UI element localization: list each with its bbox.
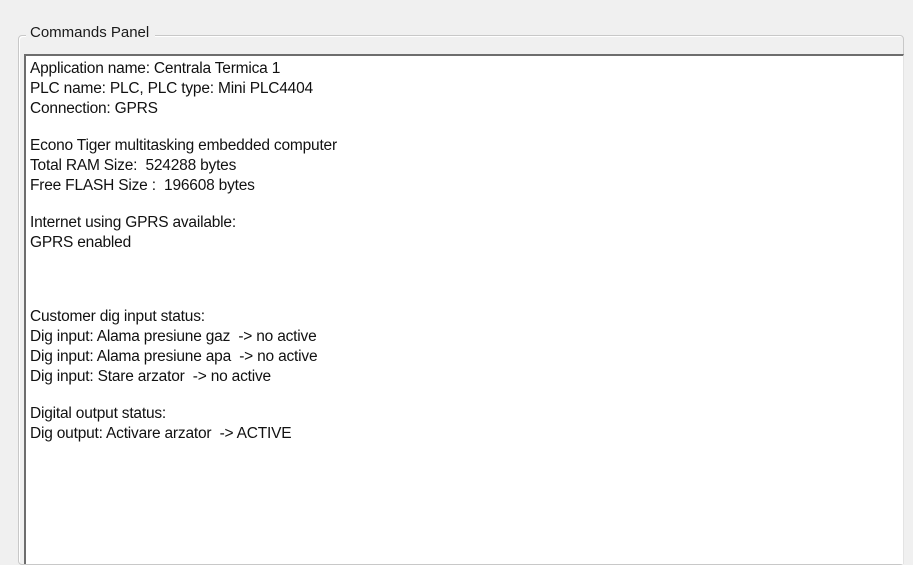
log-line: Connection: GPRS bbox=[30, 100, 158, 117]
log-lines: Application name: Centrala Termica 1 PLC… bbox=[26, 56, 903, 444]
commands-panel-title: Commands Panel bbox=[26, 23, 156, 43]
log-line: Total RAM Size: 524288 bytes bbox=[30, 157, 237, 174]
log-line: Digital output status: bbox=[30, 405, 167, 422]
log-line-blank bbox=[30, 387, 903, 404]
log-line: Application name: Centrala Termica 1 bbox=[30, 60, 281, 77]
commands-log-textbox[interactable]: Application name: Centrala Termica 1 PLC… bbox=[24, 54, 904, 564]
log-line: Econo Tiger multitasking embedded comput… bbox=[30, 137, 337, 154]
log-line: Internet using GPRS available: bbox=[30, 214, 236, 231]
log-line-blank bbox=[30, 119, 903, 136]
log-line-blank bbox=[30, 290, 903, 307]
log-line: Customer dig input status: bbox=[30, 308, 205, 325]
log-line: Dig input: Alama presiune apa -> no acti… bbox=[30, 348, 318, 365]
log-line: Free FLASH Size : 196608 bytes bbox=[30, 177, 255, 194]
log-line: Dig output: Activare arzator -> ACTIVE bbox=[30, 425, 292, 442]
log-line: Dig input: Alama presiune gaz -> no acti… bbox=[30, 328, 317, 345]
log-line: PLC name: PLC, PLC type: Mini PLC4404 bbox=[30, 80, 313, 97]
log-line: GPRS enabled bbox=[30, 234, 131, 251]
log-line: Dig input: Stare arzator -> no active bbox=[30, 368, 271, 385]
log-line-blank bbox=[30, 253, 903, 290]
log-line-blank bbox=[30, 196, 903, 213]
